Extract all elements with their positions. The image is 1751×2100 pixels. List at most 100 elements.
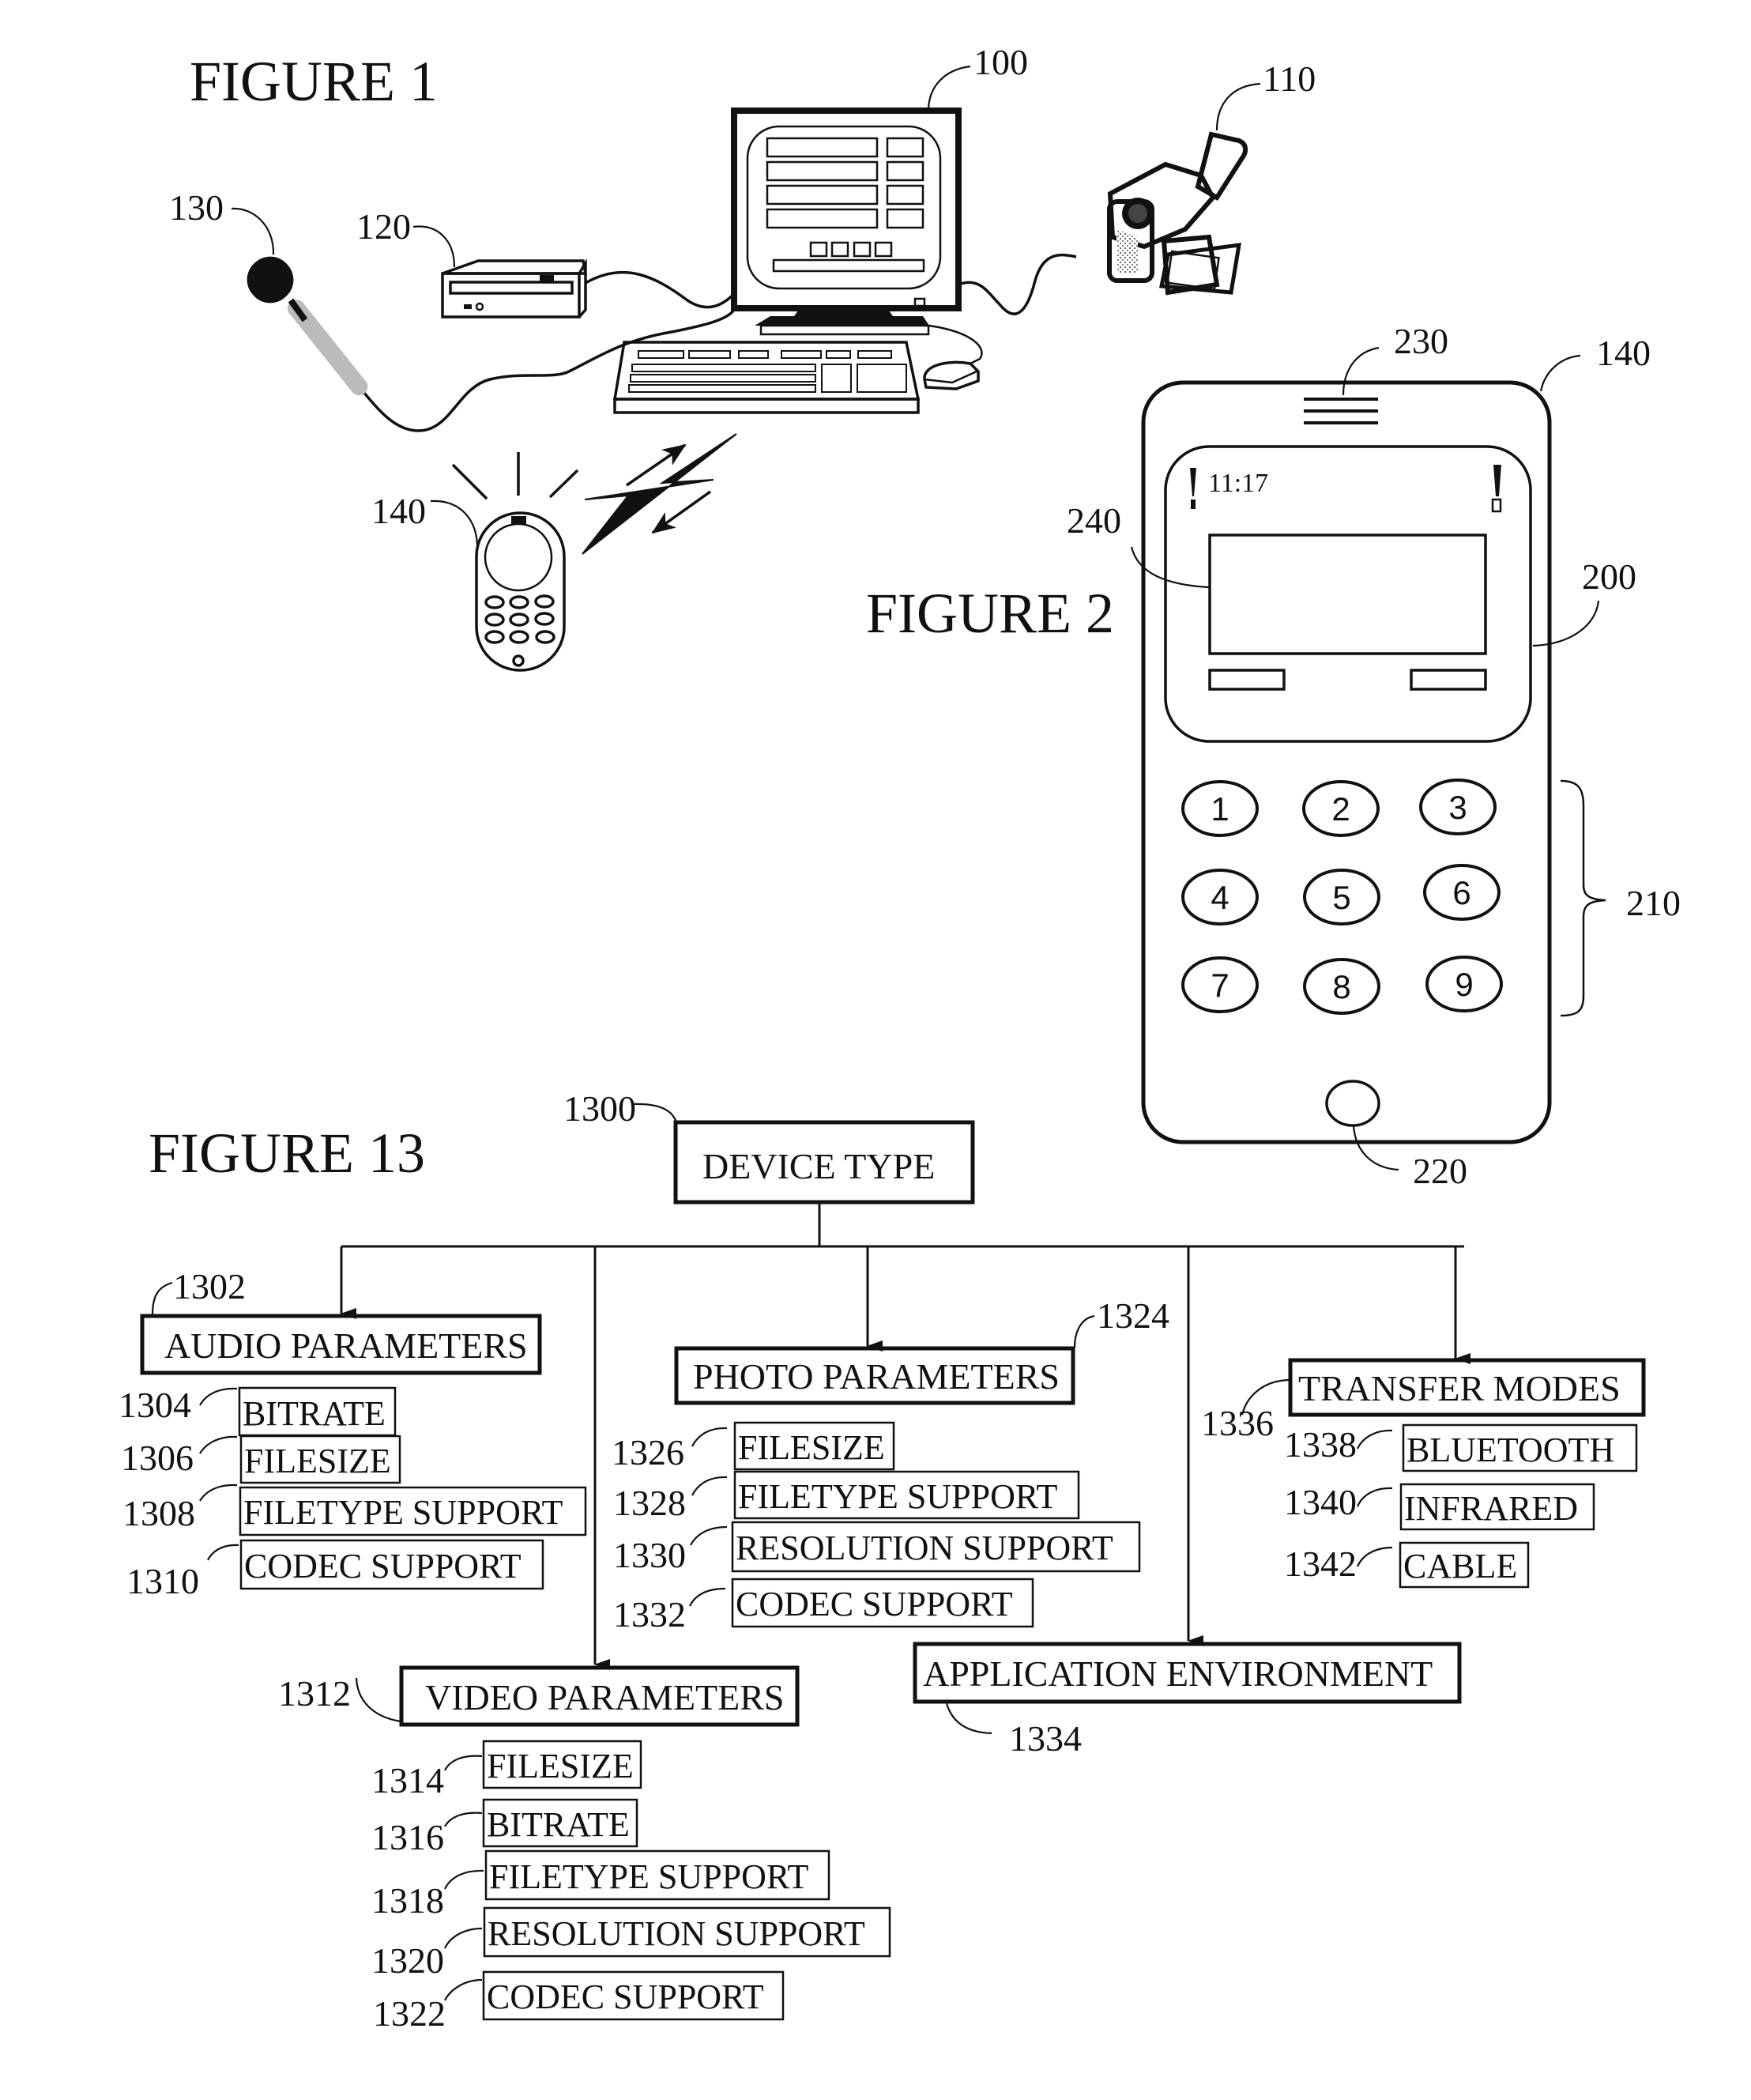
- ref-140-label-fig1: 140: [371, 491, 479, 546]
- photo-parameters-node: PHOTO PARAMETERS 1324: [674, 1295, 1169, 1405]
- svg-text:CODEC SUPPORT: CODEC SUPPORT: [487, 1977, 764, 2016]
- svg-text:1322: 1322: [373, 1993, 446, 2034]
- video-item-bitrate: BITRATE 1316: [371, 1798, 638, 1857]
- svg-text:220: 220: [1413, 1151, 1467, 1191]
- svg-text:230: 230: [1394, 321, 1448, 361]
- svg-text:1316: 1316: [371, 1817, 444, 1857]
- svg-text:210: 210: [1626, 883, 1681, 923]
- ref-110-label: 110: [1215, 58, 1316, 131]
- video-item-filetype-support: FILETYPE SUPPORT 1318: [371, 1849, 830, 1921]
- svg-text:100: 100: [973, 42, 1028, 82]
- audio-item-bitrate: BITRATE 1304: [119, 1385, 397, 1437]
- svg-text:FILETYPE SUPPORT: FILETYPE SUPPORT: [489, 1857, 809, 1896]
- transfer-item-infrared: INFRARED 1340: [1284, 1482, 1595, 1531]
- svg-text:INFRARED: INFRARED: [1404, 1489, 1578, 1528]
- svg-text:BITRATE: BITRATE: [487, 1805, 630, 1844]
- ref-140-label-fig2: 140: [1539, 333, 1651, 392]
- svg-text:FILETYPE SUPPORT: FILETYPE SUPPORT: [243, 1493, 563, 1532]
- video-item-codec-support: CODEC SUPPORT 1322: [373, 1970, 785, 2034]
- device-type-node: DEVICE TYPE 1300: [563, 1088, 975, 1205]
- svg-text:1302: 1302: [173, 1266, 246, 1306]
- svg-text:1338: 1338: [1284, 1424, 1357, 1465]
- ref-130-label: 130: [169, 187, 275, 255]
- right-softkey: [1410, 669, 1487, 691]
- svg-text:4: 4: [1211, 879, 1229, 916]
- mobile-phone-icon: [451, 433, 737, 672]
- svg-text:1314: 1314: [371, 1760, 444, 1800]
- audio-items: BITRATE 1304 FILESIZE 1306 FILETYPE SUPP…: [119, 1385, 587, 1601]
- figure-2: FIGURE 2 11:17 1 2 3 4 5 6 7 8 9 230 140…: [866, 321, 1681, 1191]
- svg-text:1: 1: [1211, 790, 1229, 828]
- svg-text:TRANSFER MODES: TRANSFER MODES: [1298, 1368, 1621, 1408]
- svg-text:110: 110: [1263, 58, 1316, 99]
- speaker-icon: [1304, 398, 1378, 424]
- svg-text:PHOTO PARAMETERS: PHOTO PARAMETERS: [693, 1356, 1060, 1397]
- svg-text:240: 240: [1067, 500, 1121, 541]
- svg-text:2: 2: [1331, 790, 1350, 828]
- transfer-item-cable: CABLE 1342: [1284, 1541, 1530, 1589]
- patent-drawing-sheet: FIGURE 1 100 110 120 130 140 FIGURE 2 11…: [119, 42, 1681, 2034]
- figure-13-title: FIGURE 13: [149, 1122, 425, 1185]
- svg-text:1306: 1306: [121, 1438, 194, 1478]
- svg-text:AUDIO PARAMETERS: AUDIO PARAMETERS: [164, 1325, 528, 1366]
- svg-text:1304: 1304: [119, 1385, 191, 1425]
- microphone-icon: [247, 256, 368, 396]
- svg-text:1310: 1310: [126, 1561, 199, 1601]
- photo-item-codec-support: CODEC SUPPORT 1332: [613, 1578, 1034, 1634]
- battery-icon: [1491, 465, 1502, 513]
- photo-item-filesize: FILESIZE 1326: [612, 1421, 895, 1472]
- figure-13: FIGURE 13 DEVICE TYPE 1300 AUDIO PARAMET…: [119, 1088, 1646, 2034]
- svg-text:BLUETOOTH: BLUETOOTH: [1406, 1431, 1614, 1469]
- svg-text:RESOLUTION SUPPORT: RESOLUTION SUPPORT: [736, 1529, 1113, 1567]
- svg-text:140: 140: [371, 491, 426, 531]
- video-items: FILESIZE 1314 BITRATE 1316 FILETYPE SUPP…: [371, 1740, 891, 2034]
- svg-text:1340: 1340: [1284, 1482, 1357, 1522]
- wireless-signal-icon: [582, 433, 737, 555]
- ref-100-label: 100: [927, 42, 1028, 111]
- svg-text:1326: 1326: [612, 1432, 684, 1472]
- svg-text:FILETYPE SUPPORT: FILETYPE SUPPORT: [738, 1477, 1058, 1516]
- ref-220-label: 220: [1352, 1125, 1467, 1191]
- svg-text:5: 5: [1332, 879, 1350, 916]
- svg-text:6: 6: [1452, 874, 1470, 911]
- photo-item-filetype-support: FILETYPE SUPPORT 1328: [613, 1470, 1080, 1523]
- svg-text:BITRATE: BITRATE: [243, 1394, 386, 1433]
- application-environment-node: APPLICATION ENVIRONMENT 1334: [913, 1642, 1462, 1759]
- svg-text:1336: 1336: [1201, 1403, 1274, 1443]
- photo-items: FILESIZE 1326 FILETYPE SUPPORT 1328 RESO…: [612, 1421, 1141, 1634]
- svg-text:200: 200: [1582, 556, 1636, 597]
- svg-text:3: 3: [1448, 789, 1467, 826]
- computer-icon: [358, 107, 1077, 432]
- transfer-item-bluetooth: BLUETOOTH 1338: [1284, 1423, 1638, 1472]
- screen: [1208, 533, 1487, 655]
- svg-text:FILESIZE: FILESIZE: [244, 1442, 391, 1480]
- audio-item-filesize: FILESIZE 1306: [121, 1435, 401, 1484]
- svg-text:1342: 1342: [1284, 1544, 1357, 1584]
- keypad-brace: [1560, 779, 1606, 1017]
- svg-text:9: 9: [1455, 966, 1473, 1003]
- svg-text:1324: 1324: [1097, 1295, 1169, 1336]
- phone-body: [1141, 380, 1552, 1144]
- audio-item-filetype-support: FILETYPE SUPPORT 1308: [122, 1484, 587, 1536]
- svg-text:FILESIZE: FILESIZE: [738, 1428, 885, 1467]
- svg-text:1308: 1308: [122, 1493, 195, 1533]
- svg-text:130: 130: [169, 187, 224, 228]
- svg-text:1300: 1300: [563, 1088, 636, 1129]
- figure-1-title: FIGURE 1: [190, 50, 438, 113]
- phone-illustration: 11:17 1 2 3 4 5 6 7 8 9: [1141, 380, 1606, 1144]
- transfer-items: BLUETOOTH 1338 INFRARED 1340 CABLE 1342: [1284, 1423, 1638, 1589]
- home-button: [1325, 1080, 1380, 1127]
- disc-drive-icon: [441, 258, 588, 319]
- svg-text:DEVICE TYPE: DEVICE TYPE: [702, 1146, 935, 1186]
- ref-210-label: 210: [1626, 883, 1681, 923]
- status-time: 11:17: [1208, 469, 1268, 498]
- svg-text:7: 7: [1211, 967, 1229, 1004]
- svg-text:CODEC SUPPORT: CODEC SUPPORT: [736, 1585, 1013, 1623]
- svg-text:1320: 1320: [371, 1940, 444, 1981]
- svg-text:1334: 1334: [1009, 1718, 1082, 1759]
- figure-2-title: FIGURE 2: [866, 582, 1114, 645]
- svg-text:VIDEO PARAMETERS: VIDEO PARAMETERS: [425, 1677, 785, 1717]
- svg-text:RESOLUTION SUPPORT: RESOLUTION SUPPORT: [488, 1914, 865, 1953]
- svg-text:1332: 1332: [613, 1594, 686, 1634]
- ref-120-label: 120: [356, 206, 456, 268]
